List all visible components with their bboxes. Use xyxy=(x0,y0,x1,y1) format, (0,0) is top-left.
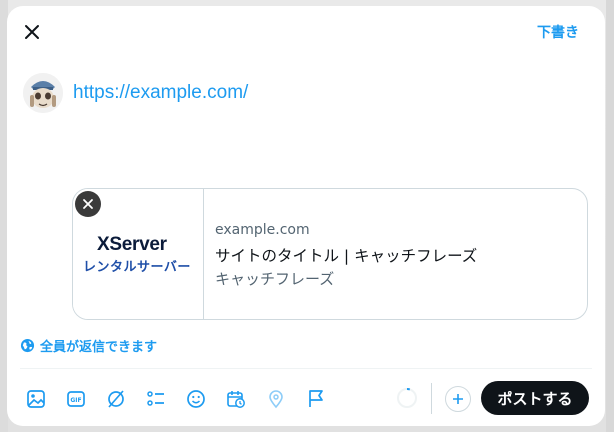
add-post-button[interactable] xyxy=(445,386,471,412)
add-poll-button[interactable] xyxy=(141,384,171,414)
xserver-logo-subtitle: レンタルサーバー xyxy=(83,260,191,275)
character-count-ring xyxy=(396,387,418,409)
link-card-title: サイトのタイトル | キャッチフレーズ xyxy=(215,247,478,265)
avatar[interactable] xyxy=(23,73,63,113)
add-emoji-button[interactable] xyxy=(181,384,211,414)
post-text-input[interactable]: https://example.com/ xyxy=(73,82,248,104)
close-icon xyxy=(83,199,93,209)
drafts-button[interactable]: 下書き xyxy=(537,22,579,42)
grok-button[interactable] xyxy=(101,384,131,414)
globe-icon xyxy=(20,338,35,353)
toolbar-divider xyxy=(20,368,592,369)
compose-post-dialog: 下書き https://example.com/ XServer レンタルサーバ… xyxy=(7,6,605,426)
reply-setting-button[interactable]: 全員が返信できます xyxy=(20,336,157,355)
remove-card-button[interactable] xyxy=(75,191,101,217)
poll-icon xyxy=(147,391,164,406)
add-media-button[interactable] xyxy=(21,384,51,414)
toolbar-separator xyxy=(431,383,432,414)
reply-setting-label: 全員が返信できます xyxy=(40,340,158,355)
image-icon xyxy=(27,390,45,408)
grok-icon xyxy=(108,390,124,408)
link-card-description: キャッチフレーズ xyxy=(215,270,335,288)
emoji-icon xyxy=(187,390,205,408)
tag-location-button[interactable] xyxy=(261,384,291,414)
xserver-logo-wordmark: XServer xyxy=(97,234,167,255)
plus-icon xyxy=(453,394,463,404)
flag-icon xyxy=(309,390,323,407)
post-button[interactable]: ポストする xyxy=(481,381,589,415)
link-card-domain: example.com xyxy=(215,222,310,238)
close-button[interactable] xyxy=(19,19,45,45)
svg-text:GIF: GIF xyxy=(70,397,81,404)
link-preview-card[interactable]: XServer レンタルサーバー example.com サイトのタイトル | … xyxy=(72,188,588,320)
schedule-icon xyxy=(227,391,245,408)
schedule-post-button[interactable] xyxy=(221,384,251,414)
add-gif-button[interactable]: GIF xyxy=(61,384,91,414)
compose-toolbar: GIF xyxy=(21,384,341,414)
flag-button[interactable] xyxy=(301,384,331,414)
avatar-illustration xyxy=(23,73,63,113)
gif-icon: GIF xyxy=(67,391,85,407)
close-icon xyxy=(25,25,39,39)
location-icon xyxy=(269,390,283,409)
